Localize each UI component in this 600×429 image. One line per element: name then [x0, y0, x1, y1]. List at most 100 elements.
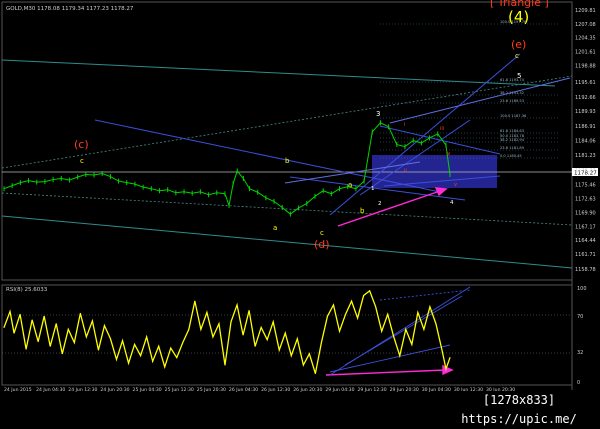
rsi-point — [164, 366, 166, 368]
rsi-point — [339, 330, 341, 332]
wave-label-5: 5 — [517, 72, 521, 80]
wave-label-4: 4 — [450, 200, 454, 206]
rsi-point — [182, 342, 184, 344]
time-tick-label: 26 Jun 20:30 — [293, 387, 322, 393]
rsi-point — [61, 353, 63, 355]
lower-channel-line — [1, 215, 573, 269]
rsi-point — [79, 312, 81, 314]
price-tick-label: 1186.91 — [575, 124, 596, 130]
rsi-point — [363, 295, 365, 297]
rsi-point — [97, 349, 99, 351]
rsi-point — [405, 328, 407, 330]
rsi-info: RSI(8) 25.6033 — [6, 287, 48, 293]
chart-window: GOLD,M30 1178.08 1179.34 1177.23 1178.27… — [0, 0, 600, 426]
wave-label-a2: a — [348, 181, 352, 189]
rsi-point — [254, 345, 256, 347]
price-tick-label: 1161.71 — [575, 252, 596, 258]
rsi-point — [55, 323, 57, 325]
rsi-tick-label: 0 — [577, 380, 580, 386]
time-tick-label: 25 Jun 20:30 — [197, 387, 226, 393]
fib-label: 61.8 1184.63 — [500, 129, 524, 133]
rsi-point — [242, 334, 244, 336]
rsi-point — [429, 306, 431, 308]
rsi-point — [381, 330, 383, 332]
wave-label-b2: b — [360, 207, 365, 215]
wave-label-2: 2 — [378, 201, 382, 207]
rsi-trend-2 — [344, 295, 463, 366]
rsi-point — [122, 340, 124, 342]
time-tick-label: 25 Jun 04:30 — [133, 387, 162, 393]
wave-label-a: a — [273, 224, 277, 232]
price-arrow-head — [434, 187, 448, 197]
rsi-point — [357, 317, 359, 319]
rsi-point — [31, 319, 33, 321]
rsi-point — [260, 326, 262, 328]
wave-label-iii: iii — [440, 126, 444, 132]
rsi-point — [128, 362, 130, 364]
rsi-point — [49, 345, 51, 347]
rsi-point — [67, 328, 69, 330]
wave-label-c-paren: (c) — [74, 138, 89, 151]
rsi-point — [445, 368, 447, 370]
trend-lines — [94, 53, 571, 216]
rsi-point — [278, 349, 280, 351]
rsi-point — [411, 343, 413, 345]
rsi-point — [188, 328, 190, 330]
wave-label-iv: iv — [446, 151, 450, 157]
time-tick-label: 26 Jun 04:30 — [229, 387, 258, 393]
wave-label-v: v — [454, 182, 457, 188]
rsi-point — [387, 313, 389, 315]
rsi-point — [73, 342, 75, 344]
rsi-point — [140, 355, 142, 357]
fib-label: 100.0 1187.36 — [500, 114, 527, 118]
chart-canvas[interactable]: GOLD,M30 1178.08 1179.34 1177.23 1178.27… — [0, 0, 600, 410]
rsi-point — [206, 311, 208, 313]
rsi-point — [3, 326, 5, 328]
rsi-point — [134, 343, 136, 345]
time-tick-label: 29 Jun 04:30 — [325, 387, 354, 393]
price-tick-label: 1201.61 — [575, 50, 596, 56]
price-tick-label: 1209.81 — [575, 8, 596, 14]
wave-label-d: (d) — [314, 238, 330, 251]
time-tick-label: 24 Jun 2015 — [4, 387, 32, 393]
rsi-axis: 100 70 32 0 — [577, 286, 587, 386]
wave-label-c-low: c — [320, 229, 324, 237]
price-tick-label: 1167.17 — [575, 224, 596, 230]
rsi-point — [230, 321, 232, 323]
price-divergence-arrow — [337, 190, 441, 227]
rsi-point — [91, 320, 93, 322]
price-tick-label: 1207.08 — [575, 22, 596, 28]
wave-label-1: 1 — [371, 186, 375, 192]
upper-channel-line — [1, 59, 556, 87]
rsi-point — [393, 336, 395, 338]
price-tick-label: 1158.78 — [575, 267, 596, 273]
rsi-point — [116, 358, 118, 360]
watermark: [1278x833] https://upic.me/ — [438, 391, 600, 426]
rsi-point — [37, 341, 39, 343]
target-zone — [372, 155, 497, 188]
price-tick-label: 1184.06 — [575, 139, 596, 145]
rsi-point — [290, 355, 292, 357]
rsi-point — [314, 373, 316, 375]
wave-labels: [ Triangle ] (4) (e) c 5 (c) c b a c (d)… — [74, 0, 549, 251]
rsi-point — [152, 360, 154, 362]
time-tick-label: 26 Jun 12:30 — [261, 387, 290, 393]
rsi-point — [296, 338, 298, 340]
rsi-point — [272, 321, 274, 323]
rsi-point — [170, 347, 172, 349]
rsi-point — [375, 306, 377, 308]
rsi-arrow-head — [442, 364, 454, 376]
time-tick-label: 24 Jun 20:30 — [100, 387, 129, 393]
rsi-point — [13, 332, 15, 334]
wave-label-b: b — [285, 157, 290, 165]
time-tick-label: 29 Jun 20:30 — [390, 387, 419, 393]
rsi-tick-label: 100 — [577, 286, 587, 292]
rsi-point — [369, 290, 371, 292]
wave-label-i: i — [404, 122, 405, 128]
price-tick-label: 1164.44 — [575, 238, 596, 244]
symbol-info: GOLD,M30 1178.08 1179.34 1177.23 1178.27 — [6, 6, 134, 12]
rsi-trend-3 — [329, 344, 451, 373]
wave-label-4: (4) — [508, 8, 529, 26]
time-tick-label: 24 Jun 04:30 — [36, 387, 65, 393]
divergence-arrows — [325, 187, 454, 376]
